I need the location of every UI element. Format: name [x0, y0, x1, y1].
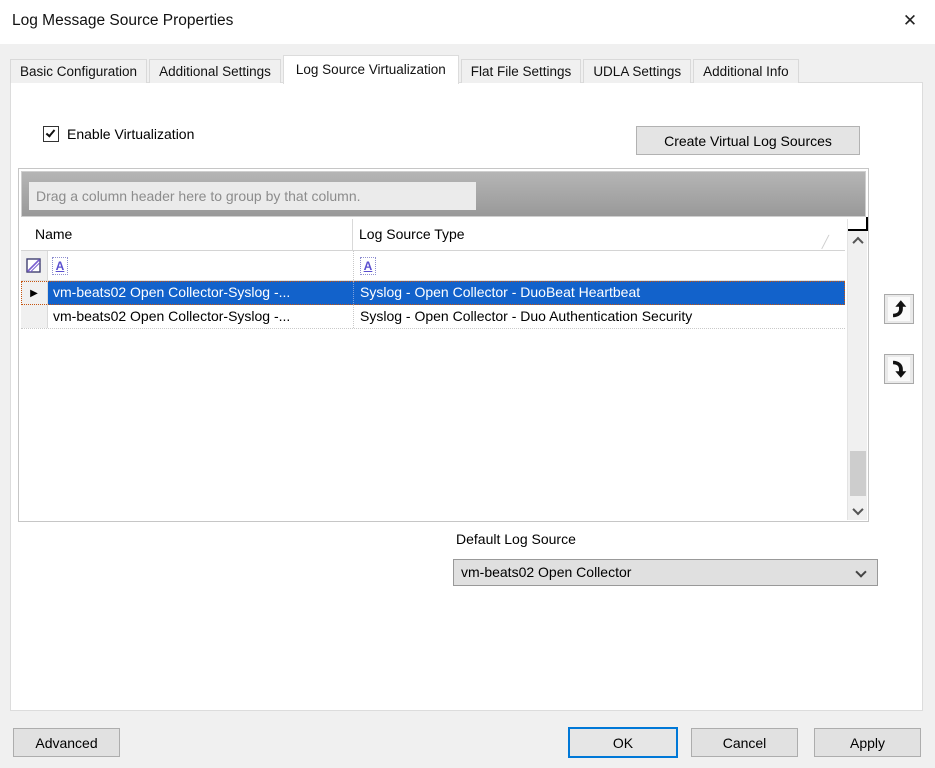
group-by-panel[interactable]: Drag a column header here to group by th…: [21, 171, 866, 217]
edit-filter-icon: [25, 257, 43, 275]
cell-name[interactable]: vm-beats02 Open Collector-Syslog -...: [48, 281, 353, 305]
text-filter-icon: A: [52, 257, 68, 275]
tab-page-log-source-virtualization: Enable Virtualization Create Virtual Log…: [10, 82, 923, 711]
title-bar: Log Message Source Properties ✕: [0, 0, 935, 44]
column-header-log-source-type[interactable]: Log Source Type ╱: [353, 219, 845, 250]
checkmark-icon: [46, 127, 56, 137]
grid-header-row: Name Log Source Type ╱: [21, 219, 845, 251]
chevron-down-icon: [852, 504, 863, 515]
tab-basic-configuration[interactable]: Basic Configuration: [10, 59, 147, 83]
chevron-up-icon: [852, 237, 863, 248]
advanced-button[interactable]: Advanced: [13, 728, 120, 757]
move-up-button[interactable]: [884, 294, 914, 324]
apply-button[interactable]: Apply: [814, 728, 921, 757]
row-indicator: [21, 305, 48, 328]
enable-virtualization-row: Enable Virtualization: [43, 126, 194, 142]
chevron-down-icon: [855, 566, 866, 577]
tab-additional-settings[interactable]: Additional Settings: [149, 59, 281, 83]
vertical-scrollbar[interactable]: [847, 219, 867, 520]
ok-button[interactable]: OK: [568, 727, 678, 758]
filter-cell-log-source-type[interactable]: A: [353, 251, 845, 280]
text-filter-icon: A: [360, 257, 376, 275]
virtual-log-sources-grid: Drag a column header here to group by th…: [18, 168, 869, 522]
scroll-up-button[interactable]: [848, 232, 868, 250]
row-indicator-arrow-icon: ▶: [21, 281, 48, 305]
table-row[interactable]: ▶ vm-beats02 Open Collector-Syslog -... …: [21, 281, 845, 305]
scrollbar-thumb[interactable]: [850, 451, 866, 496]
grid-filter-row: A A: [21, 251, 845, 281]
table-row[interactable]: vm-beats02 Open Collector-Syslog -... Sy…: [21, 305, 845, 329]
cancel-button[interactable]: Cancel: [691, 728, 798, 757]
cell-name[interactable]: vm-beats02 Open Collector-Syslog -...: [48, 305, 353, 328]
scrollbar-top-annex: [848, 217, 868, 231]
enable-virtualization-label: Enable Virtualization: [67, 126, 194, 142]
column-header-name[interactable]: Name: [21, 219, 353, 250]
default-log-source-dropdown[interactable]: vm-beats02 Open Collector: [453, 559, 878, 586]
filter-cell-name[interactable]: A: [48, 257, 353, 275]
enable-virtualization-checkbox[interactable]: [43, 126, 59, 142]
default-log-source-value: vm-beats02 Open Collector: [461, 564, 631, 580]
tab-flat-file-settings[interactable]: Flat File Settings: [461, 59, 582, 83]
column-header-log-source-type-label: Log Source Type: [359, 226, 465, 242]
tab-additional-info[interactable]: Additional Info: [693, 59, 799, 83]
filter-edit-cell[interactable]: [21, 251, 48, 280]
cell-log-source-type[interactable]: Syslog - Open Collector - DuoBeat Heartb…: [353, 281, 845, 305]
move-down-icon: [888, 357, 910, 381]
create-virtual-log-sources-button[interactable]: Create Virtual Log Sources: [636, 126, 860, 155]
tab-strip: Basic Configuration Additional Settings …: [10, 54, 801, 83]
move-up-icon: [888, 297, 910, 321]
tab-log-source-virtualization[interactable]: Log Source Virtualization: [283, 55, 459, 84]
tab-udla-settings[interactable]: UDLA Settings: [583, 59, 691, 83]
window-title: Log Message Source Properties: [12, 12, 233, 30]
move-down-button[interactable]: [884, 354, 914, 384]
default-log-source-label: Default Log Source: [456, 531, 576, 547]
group-by-hint: Drag a column header here to group by th…: [29, 182, 476, 210]
cell-log-source-type[interactable]: Syslog - Open Collector - Duo Authentica…: [353, 305, 845, 328]
close-icon[interactable]: ✕: [897, 8, 923, 34]
scroll-down-button[interactable]: [848, 502, 868, 520]
